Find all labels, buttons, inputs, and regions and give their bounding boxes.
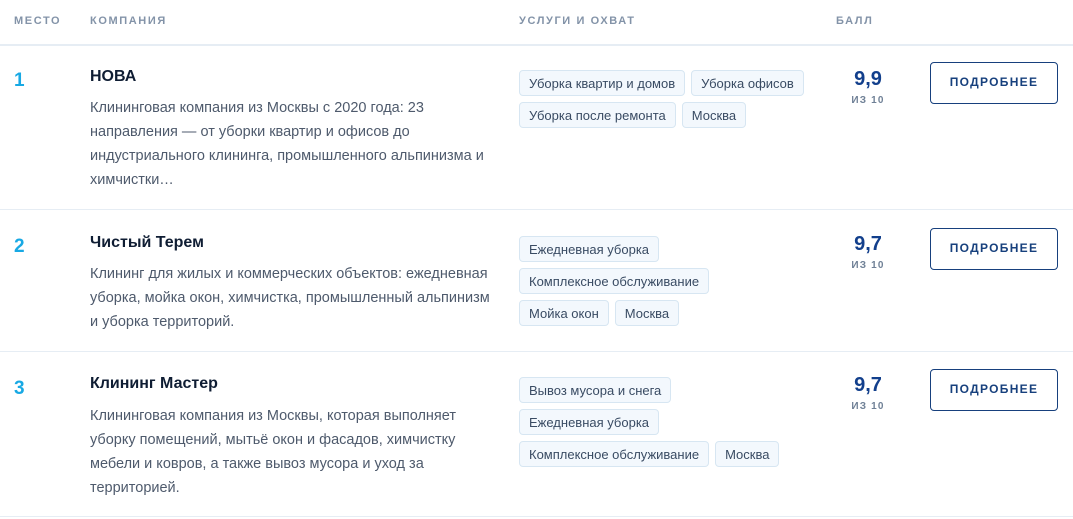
service-tag: Вывоз мусора и снега <box>519 377 672 403</box>
company-name[interactable]: Клининг Мастер <box>90 375 218 393</box>
score-scale: ИЗ 10 <box>851 95 885 106</box>
details-button[interactable]: ПОДРОБНЕЕ <box>930 228 1058 270</box>
table-row: 1 НОВА Клининговая компания из Москвы с … <box>0 45 1073 210</box>
score: 9,7 ИЗ 10 <box>836 374 900 412</box>
service-tags: Уборка квартир и домов Уборка офисов Убо… <box>519 70 819 128</box>
score-value: 9,7 <box>854 374 882 396</box>
header-rank: МЕСТО <box>14 15 62 27</box>
table-row: 2 Чистый Терем Клининг для жилых и комме… <box>0 210 1073 352</box>
score-value: 9,9 <box>854 68 882 90</box>
service-tag: Комплексное обслуживание <box>519 441 710 467</box>
score-scale: ИЗ 10 <box>851 260 885 271</box>
service-tag: Москва <box>715 441 780 467</box>
rank-number: 1 <box>14 70 25 91</box>
service-tag: Комплексное обслуживание <box>519 268 710 294</box>
company-name[interactable]: НОВА <box>90 68 136 86</box>
service-tags: Вывоз мусора и снега Ежедневная уборка К… <box>519 377 799 467</box>
table-row: 3 Клининг Мастер Клининговая компания из… <box>0 352 1073 517</box>
table-header: МЕСТО КОМПАНИЯ УСЛУГИ И ОХВАТ БАЛЛ <box>0 0 1073 46</box>
score-value: 9,7 <box>854 233 882 255</box>
header-services: УСЛУГИ И ОХВАТ <box>519 15 636 27</box>
header-score: БАЛЛ <box>836 15 874 27</box>
details-button[interactable]: ПОДРОБНЕЕ <box>930 369 1058 411</box>
company-description: Клининг для жилых и коммерческих объекто… <box>90 266 490 330</box>
rank-number: 3 <box>14 378 25 399</box>
company-description: Клининговая компания из Москвы с 2020 го… <box>90 100 484 188</box>
company-description: Клининговая компания из Москвы, которая … <box>90 408 457 496</box>
service-tags: Ежедневная уборка Комплексное обслуживан… <box>519 236 759 326</box>
service-tag: Уборка квартир и домов <box>519 70 686 96</box>
service-tag: Мойка окон <box>519 300 609 326</box>
service-tag: Москва <box>681 102 747 128</box>
service-tag: Ежедневная уборка <box>519 236 660 262</box>
score: 9,9 ИЗ 10 <box>836 68 900 106</box>
score-scale: ИЗ 10 <box>851 401 885 412</box>
details-button[interactable]: ПОДРОБНЕЕ <box>930 62 1058 104</box>
service-tag: Ежедневная уборка <box>519 409 660 435</box>
rank-number: 2 <box>14 236 25 257</box>
service-tag: Уборка офисов <box>691 70 804 96</box>
header-company: КОМПАНИЯ <box>90 15 167 27</box>
service-tag: Уборка после ремонта <box>519 102 676 128</box>
service-tag: Москва <box>614 300 680 326</box>
company-name[interactable]: Чистый Терем <box>90 234 204 252</box>
score: 9,7 ИЗ 10 <box>836 233 900 271</box>
